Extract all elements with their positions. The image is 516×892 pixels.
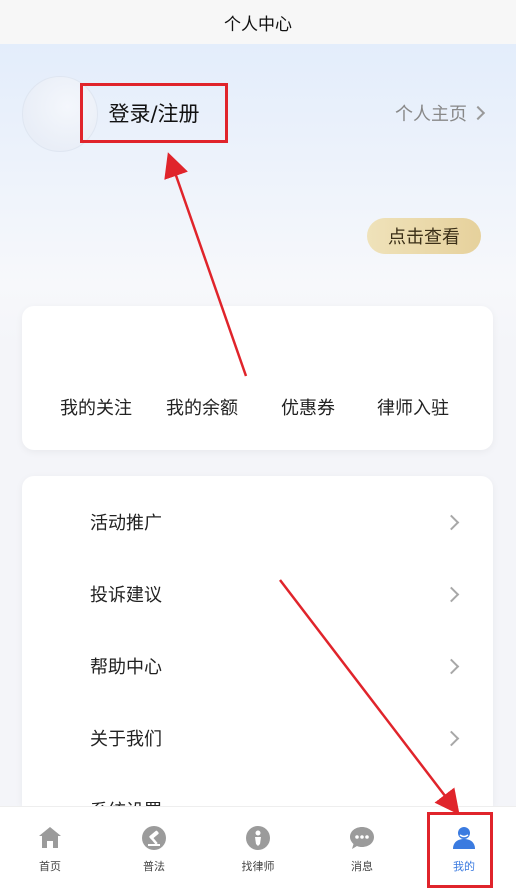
tab-label: 找律师 [241, 860, 275, 873]
coupons-button[interactable]: 优惠券 [281, 394, 335, 422]
my-follows-button[interactable]: 我的关注 [60, 394, 132, 422]
view-details-button[interactable]: 点击查看 [367, 218, 481, 254]
tab-messages[interactable]: 消息 [322, 825, 402, 885]
personal-center-page: 个人中心 登录/注册 个人主页 点击查看 我的关注 我的余额 优惠券 律师入驻 … [0, 0, 516, 892]
login-register-button[interactable]: 登录/注册 [80, 83, 228, 143]
tab-legal-education[interactable]: 普法 [114, 825, 194, 885]
menu-item-about-us[interactable]: 关于我们 [22, 702, 493, 774]
top-bar: 个人中心 [0, 0, 516, 44]
tab-label: 消息 [351, 860, 373, 873]
gavel-icon [142, 826, 166, 850]
quick-actions-card: 我的关注 我的余额 优惠券 律师入驻 [22, 306, 493, 450]
personal-homepage-label: 个人主页 [395, 104, 467, 125]
tab-find-lawyer[interactable]: 找律师 [218, 825, 298, 885]
view-details-label: 点击查看 [388, 227, 460, 248]
my-follows-label: 我的关注 [60, 398, 132, 419]
personal-homepage-link[interactable]: 个人主页 [395, 99, 486, 127]
home-icon [39, 827, 61, 848]
menu-item-label: 帮助中心 [90, 657, 162, 678]
tab-label: 首页 [39, 860, 61, 873]
message-icon [350, 827, 374, 849]
lawyer-icon [246, 826, 270, 850]
menu-item-label: 活动推广 [90, 513, 162, 534]
chevron-right-icon [470, 105, 486, 121]
chevron-right-icon [443, 730, 460, 746]
my-balance-label: 我的余额 [166, 398, 238, 419]
menu-item-label: 关于我们 [90, 729, 162, 750]
tab-label: 普法 [143, 860, 165, 873]
settings-menu-card: 活动推广 投诉建议 帮助中心 关于我们 系统设置 [22, 476, 493, 806]
menu-item-complaints[interactable]: 投诉建议 [22, 558, 493, 630]
chevron-right-icon [443, 586, 460, 602]
chevron-right-icon [443, 514, 460, 530]
menu-item-label: 系统设置 [90, 797, 162, 806]
tab-home[interactable]: 首页 [10, 825, 90, 885]
lawyer-join-button[interactable]: 律师入驻 [377, 394, 449, 422]
page-title: 个人中心 [224, 14, 292, 35]
my-balance-button[interactable]: 我的余额 [166, 394, 238, 422]
annotation-box-mine-tab [427, 812, 493, 888]
menu-item-promotion[interactable]: 活动推广 [22, 486, 493, 558]
coupons-label: 优惠券 [281, 398, 335, 419]
chevron-right-icon [443, 658, 460, 674]
menu-item-help-center[interactable]: 帮助中心 [22, 630, 493, 702]
menu-item-system-settings[interactable]: 系统设置 [22, 774, 493, 806]
login-register-label: 登录/注册 [108, 102, 200, 126]
lawyer-join-label: 律师入驻 [377, 398, 449, 419]
menu-item-label: 投诉建议 [90, 585, 162, 606]
